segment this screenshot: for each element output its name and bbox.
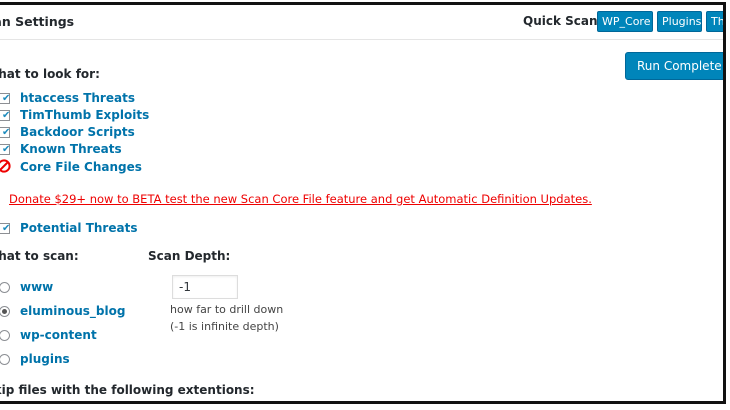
quick-scan-label: Quick Scan:	[523, 14, 603, 28]
run-complete-scan-button[interactable]: Run Complete Scan	[625, 52, 723, 80]
donate-link[interactable]: Donate $29+ now to BETA test the new Sca…	[9, 192, 592, 206]
scan-depth-input[interactable]: -1	[172, 275, 238, 299]
checkbox[interactable]: ✔	[0, 144, 10, 155]
checkbox[interactable]: ✔	[0, 223, 10, 234]
checkmark-icon: ✔	[2, 144, 11, 155]
scan-settings-panel: Scan Settings Quick Scan: WP_Core Plugin…	[0, 2, 726, 404]
scan-depth-heading: Scan Depth:	[148, 249, 231, 263]
checkmark-icon: ✔	[2, 110, 11, 121]
checkmark-icon: ✔	[2, 223, 11, 234]
checkbox[interactable]: ✔	[0, 110, 10, 121]
radio-button[interactable]	[0, 306, 10, 317]
panel-title: Scan Settings	[0, 14, 75, 29]
radio-label[interactable]: plugins	[20, 352, 70, 366]
checkbox-label[interactable]: htaccess Threats	[20, 91, 135, 105]
radio-button[interactable]	[0, 354, 10, 365]
radio-selected-dot	[2, 309, 7, 314]
quick-scan-plugins-button[interactable]: Plugins	[657, 11, 702, 32]
checkbox-label[interactable]: TimThumb Exploits	[20, 108, 149, 122]
checkmark-icon: ✔	[2, 127, 11, 138]
core-file-changes-label: Core File Changes	[20, 160, 142, 174]
radio-label[interactable]: wp-content	[20, 328, 97, 342]
checkbox-label[interactable]: Potential Threats	[20, 221, 137, 235]
checkbox-label[interactable]: Known Threats	[20, 142, 122, 156]
checkmark-icon: ✔	[2, 93, 11, 104]
panel-header: Scan Settings Quick Scan: WP_Core Plugin…	[0, 5, 723, 40]
radio-label[interactable]: eluminous_blog	[20, 304, 125, 318]
look-for-heading: What to look for:	[0, 67, 100, 81]
scan-depth-hint-note: (-1 is infinite depth)	[170, 320, 279, 333]
quick-scan-wp-core-button[interactable]: WP_Core	[597, 11, 653, 32]
radio-label[interactable]: www	[20, 280, 53, 294]
quick-scan-themes-button[interactable]: Themes	[706, 11, 723, 32]
checkbox-label[interactable]: Backdoor Scripts	[20, 125, 135, 139]
what-to-scan-heading: What to scan:	[0, 249, 79, 263]
skip-files-heading: Skip files with the following extentions…	[0, 383, 255, 397]
scan-depth-hint: how far to drill down	[170, 303, 284, 316]
checkbox[interactable]: ✔	[0, 93, 10, 104]
forbidden-icon	[0, 159, 11, 173]
radio-button[interactable]	[0, 282, 10, 293]
radio-button[interactable]	[0, 330, 10, 341]
checkbox[interactable]: ✔	[0, 127, 10, 138]
